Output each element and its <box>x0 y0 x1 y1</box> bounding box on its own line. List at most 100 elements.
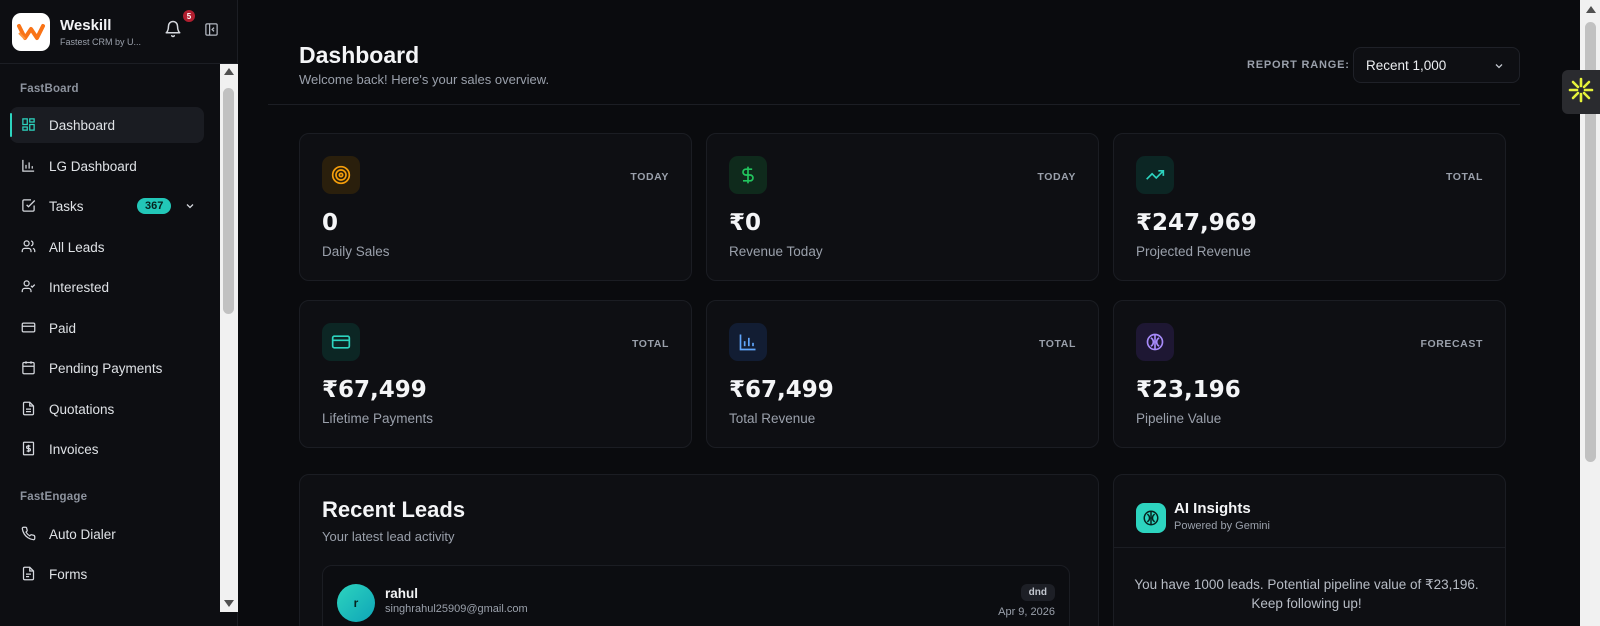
sidebar-item-label: Forms <box>49 566 88 582</box>
lead-name: rahul <box>385 586 419 601</box>
stat-label: Revenue Today <box>729 244 823 259</box>
chevron-down-icon <box>1493 60 1505 75</box>
stat-card-revenue-today: TODAY ₹0 Revenue Today <box>706 133 1099 281</box>
sidebar: Weskill Fastest CRM by U... 5 FastBoard … <box>0 0 238 626</box>
stat-value: ₹247,969 <box>1136 210 1257 236</box>
scroll-up-arrow-icon[interactable] <box>1586 6 1596 13</box>
sidebar-scroll-thumb[interactable] <box>223 88 234 314</box>
page-subtitle: Welcome back! Here's your sales overview… <box>299 72 550 87</box>
recent-leads-subtitle: Your latest lead activity <box>322 529 455 544</box>
sidebar-item-forms[interactable]: Forms <box>10 556 204 592</box>
ai-insights-subtitle: Powered by Gemini <box>1174 520 1270 532</box>
sidebar-item-paid[interactable]: Paid <box>10 310 204 346</box>
stat-period: TOTAL <box>1038 338 1076 350</box>
ai-insights-divider <box>1114 547 1505 548</box>
stat-value: ₹67,499 <box>729 377 834 403</box>
stat-period: TOTAL <box>1445 171 1483 183</box>
stat-period: FORECAST <box>1420 338 1483 350</box>
bar-chart-icon <box>21 158 37 174</box>
brand-subtitle: Fastest CRM by U... <box>60 36 142 47</box>
sidebar-item-lg-dashboard[interactable]: LG Dashboard <box>10 148 204 184</box>
sidebar-nav: FastBoard Dashboard LG Dashboard Tasks 3… <box>0 64 220 612</box>
stat-period: TODAY <box>1037 171 1076 183</box>
lead-email: singhrahul25909@gmail.com <box>385 603 528 615</box>
sidebar-item-label: Tasks <box>49 198 84 214</box>
brand-name: Weskill <box>60 16 112 34</box>
app-logo[interactable] <box>12 12 50 51</box>
section-label-fastboard: FastBoard <box>20 83 79 95</box>
calendar-icon <box>21 360 37 376</box>
stat-label: Daily Sales <box>322 244 390 259</box>
avatar: r <box>337 584 375 622</box>
sidebar-item-label: All Leads <box>49 239 105 255</box>
dollar-icon <box>729 156 767 194</box>
sidebar-item-label: Interested <box>49 279 110 295</box>
user-check-icon <box>21 279 37 295</box>
sidebar-collapse-icon[interactable] <box>204 22 220 38</box>
file-text-icon <box>21 401 37 417</box>
sidebar-item-tasks[interactable]: Tasks 367 <box>10 188 204 224</box>
main-content: Dashboard Welcome back! Here's your sale… <box>238 0 1580 626</box>
phone-icon <box>21 526 37 542</box>
ai-insights-title: AI Insights <box>1174 500 1251 517</box>
brain-icon <box>1136 503 1166 533</box>
stat-card-daily-sales: TODAY 0 Daily Sales <box>299 133 692 281</box>
sparkle-icon <box>1568 77 1594 108</box>
brand-header: Weskill Fastest CRM by U... <box>0 0 237 64</box>
scroll-up-arrow-icon[interactable] <box>224 68 234 75</box>
header-divider <box>268 104 1520 105</box>
sidebar-item-label: Auto Dialer <box>49 526 116 542</box>
stat-card-pipeline-value: FORECAST ₹23,196 Pipeline Value <box>1113 300 1506 448</box>
sidebar-item-label: LG Dashboard <box>49 158 137 174</box>
sidebar-item-label: Invoices <box>49 441 99 457</box>
stat-card-projected-revenue: TOTAL ₹247,969 Projected Revenue <box>1113 133 1506 281</box>
users-icon <box>21 239 37 255</box>
lead-row[interactable]: r rahul singhrahul25909@gmail.com dnd Ap… <box>322 565 1070 626</box>
sidebar-item-pending-payments[interactable]: Pending Payments <box>10 350 204 386</box>
stat-label: Projected Revenue <box>1136 244 1251 259</box>
stat-value: ₹67,499 <box>322 377 427 403</box>
ai-insights-panel: AI Insights Powered by Gemini You have 1… <box>1113 474 1506 626</box>
target-icon <box>322 156 360 194</box>
sidebar-item-quotations[interactable]: Quotations <box>10 391 204 427</box>
receipt-icon <box>21 441 37 457</box>
recent-leads-panel: Recent Leads Your latest lead activity r… <box>299 474 1099 626</box>
report-range-select[interactable]: Recent 1,000 <box>1353 47 1520 83</box>
check-square-icon <box>21 198 37 214</box>
stat-value: 0 <box>322 210 339 236</box>
stat-label: Total Revenue <box>729 411 816 426</box>
report-range-value: Recent 1,000 <box>1366 57 1447 73</box>
sidebar-item-all-leads[interactable]: All Leads <box>10 229 204 265</box>
brain-icon <box>1136 323 1174 361</box>
form-icon <box>21 566 37 582</box>
stat-value: ₹23,196 <box>1136 377 1241 403</box>
assistant-widget-button[interactable] <box>1562 70 1600 114</box>
scroll-down-arrow-icon[interactable] <box>224 600 234 607</box>
credit-card-icon <box>322 323 360 361</box>
trending-up-icon <box>1136 156 1174 194</box>
stat-card-lifetime-payments: TOTAL ₹67,499 Lifetime Payments <box>299 300 692 448</box>
report-range-label: REPORT RANGE: <box>1247 59 1350 71</box>
bell-icon[interactable] <box>164 20 184 40</box>
sidebar-item-interested[interactable]: Interested <box>10 269 204 305</box>
lead-date: Apr 9, 2026 <box>998 606 1055 618</box>
sidebar-item-label: Paid <box>49 320 77 336</box>
chevron-down-icon[interactable] <box>184 200 196 215</box>
stat-value: ₹0 <box>729 210 762 236</box>
sidebar-item-dashboard[interactable]: Dashboard <box>10 107 204 143</box>
sidebar-item-auto-dialer[interactable]: Auto Dialer <box>10 516 204 552</box>
sidebar-item-invoices[interactable]: Invoices <box>10 431 204 467</box>
stat-label: Lifetime Payments <box>322 411 434 426</box>
credit-card-icon <box>21 320 37 336</box>
stat-period: TOTAL <box>631 338 669 350</box>
status-badge: dnd <box>1020 584 1055 601</box>
tasks-count-badge: 367 <box>137 198 172 214</box>
notification-badge: 5 <box>183 10 195 22</box>
stat-card-total-revenue: TOTAL ₹67,499 Total Revenue <box>706 300 1099 448</box>
sidebar-item-label: Quotations <box>49 401 115 417</box>
page-title: Dashboard <box>299 42 420 68</box>
stat-period: TODAY <box>630 171 669 183</box>
recent-leads-title: Recent Leads <box>322 497 466 522</box>
dashboard-grid-icon <box>21 117 37 133</box>
ai-insights-text: You have 1000 leads. Potential pipeline … <box>1134 577 1479 611</box>
